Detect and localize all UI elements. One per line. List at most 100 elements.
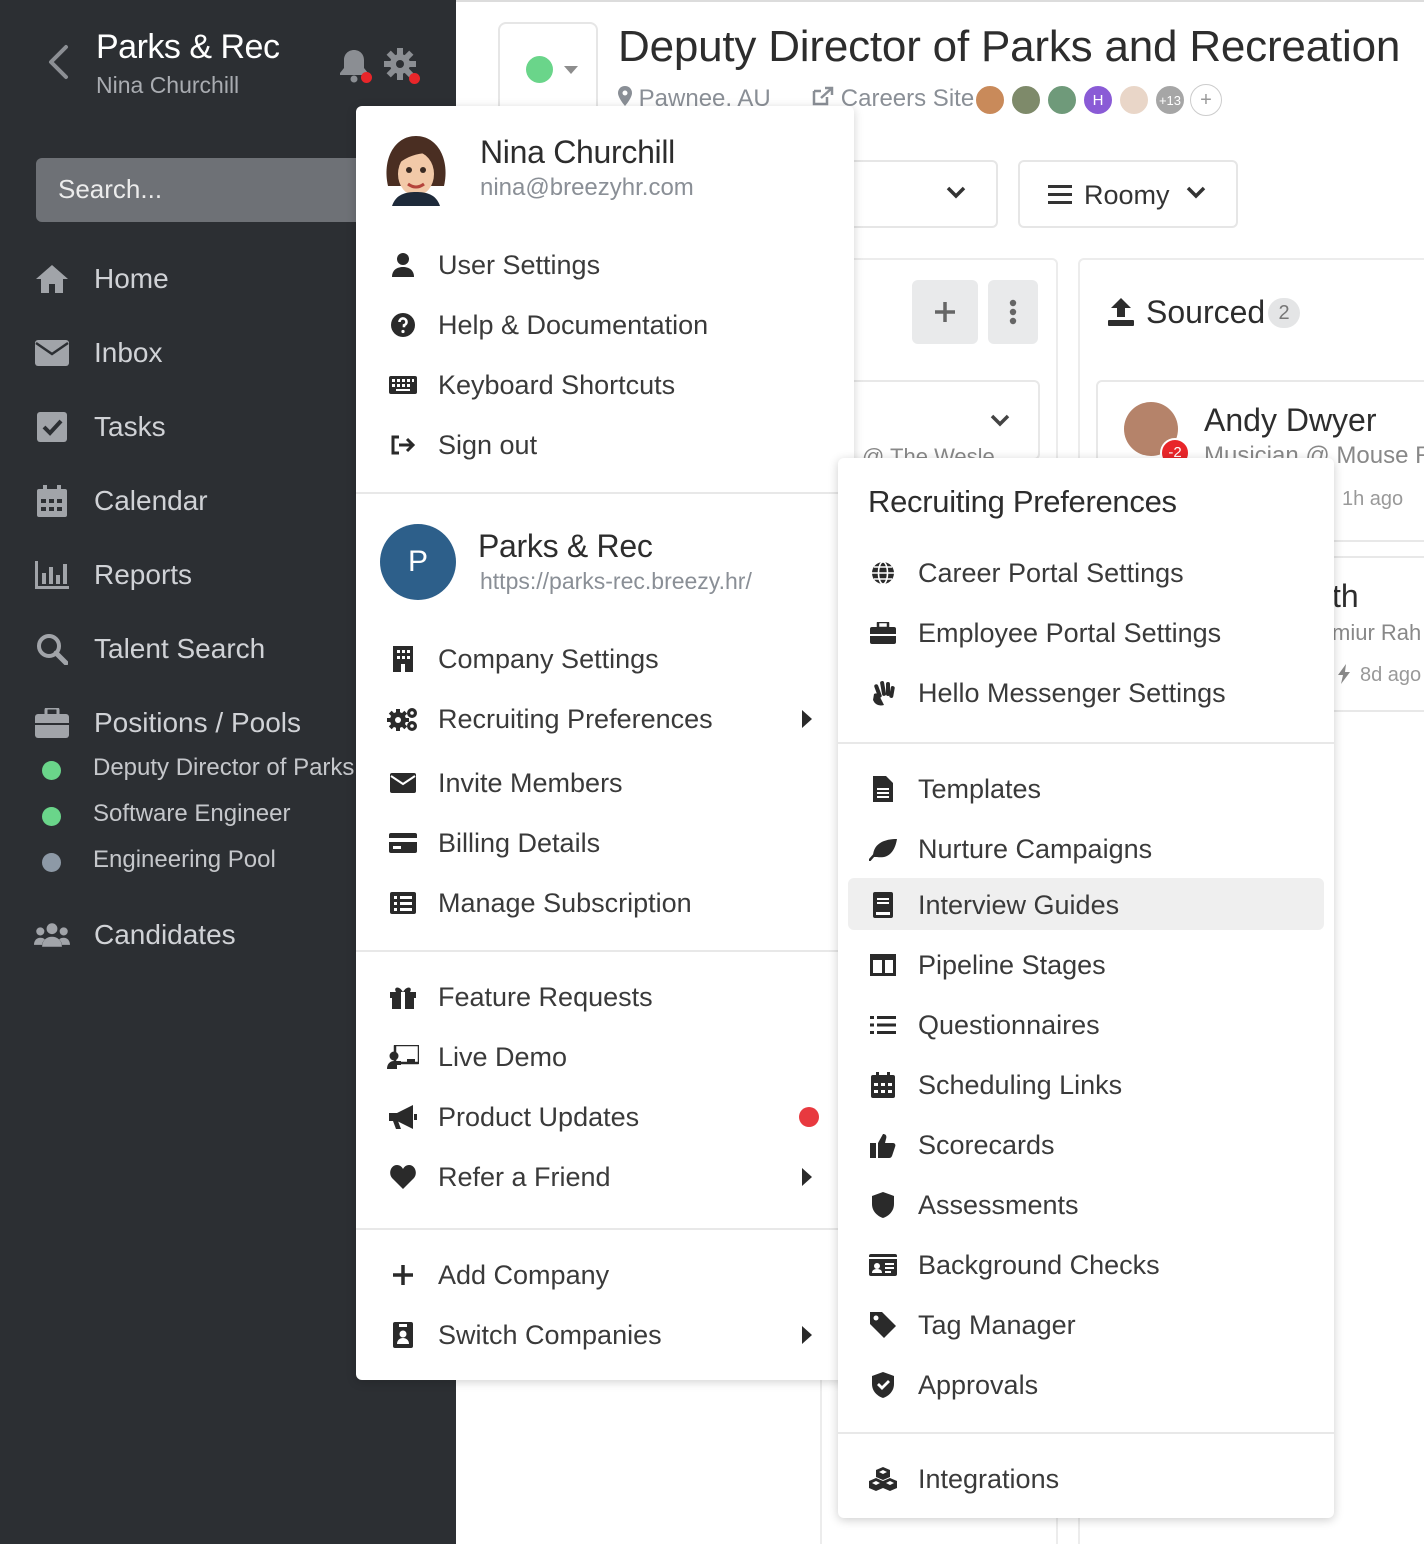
menu-nurture-campaigns[interactable]: Nurture Campaigns (838, 824, 1334, 874)
avatar[interactable] (1118, 84, 1150, 116)
menu-hello-messenger-settings[interactable]: Hello Messenger Settings (838, 668, 1334, 718)
keyboard-icon (386, 368, 420, 402)
menu-divider (356, 950, 854, 952)
view-mode-dropdown[interactable]: Roomy (1018, 160, 1238, 228)
menu-background-checks[interactable]: Background Checks (838, 1240, 1334, 1290)
menu-label: Live Demo (438, 1042, 568, 1072)
menu-label: User Settings (438, 250, 601, 280)
credit-card-icon (386, 826, 420, 860)
user-icon (386, 248, 420, 282)
menu-user-settings[interactable]: User Settings (356, 240, 854, 290)
menu-live-demo[interactable]: Live Demo (356, 1032, 854, 1082)
chalkboard-teacher-icon (386, 1040, 420, 1074)
company-avatar: P (380, 524, 456, 600)
menu-feature-requests[interactable]: Feature Requests (356, 972, 854, 1022)
settings-button[interactable] (382, 46, 420, 84)
nav-label: Candidates (94, 919, 236, 950)
user-email: nina@breezyhr.com (480, 174, 694, 201)
bolt-icon (1338, 664, 1350, 684)
bullhorn-icon (386, 1100, 420, 1134)
position-status-dropdown[interactable] (498, 22, 598, 114)
menu-product-updates[interactable]: Product Updates (356, 1092, 854, 1142)
menu-label: Templates (918, 774, 1042, 804)
add-candidate-button[interactable] (912, 280, 978, 344)
avatar[interactable] (1046, 84, 1078, 116)
caret-right-icon (802, 1326, 812, 1344)
status-dot (42, 807, 61, 826)
shield-check-icon (866, 1368, 900, 1402)
menu-approvals[interactable]: Approvals (838, 1360, 1334, 1410)
id-card-icon (866, 1248, 900, 1282)
menu-templates[interactable]: Templates (838, 764, 1334, 814)
plus-icon (935, 302, 955, 322)
menu-add-company[interactable]: Add Company (356, 1250, 854, 1300)
shield-icon (866, 1188, 900, 1222)
menu-career-portal-settings[interactable]: Career Portal Settings (838, 548, 1334, 598)
menu-pipeline-stages[interactable]: Pipeline Stages (838, 940, 1334, 990)
menu-switch-companies[interactable]: Switch Companies (356, 1310, 854, 1360)
position-label: Engineering Pool (93, 846, 276, 873)
menu-label: Billing Details (438, 828, 601, 858)
notification-dot (361, 72, 372, 83)
menu-employee-portal-settings[interactable]: Employee Portal Settings (838, 608, 1334, 658)
unread-dot (799, 1107, 819, 1127)
menu-questionnaires[interactable]: Questionnaires (838, 1000, 1334, 1050)
menu-label: Employee Portal Settings (918, 618, 1222, 648)
company-name[interactable]: Parks & Rec (96, 28, 280, 67)
nav-label: Talent Search (94, 633, 266, 664)
menu-divider (356, 492, 854, 494)
careers-site-link[interactable]: Careers Site (841, 85, 974, 113)
list-alt-icon (386, 886, 420, 920)
menu-label: Manage Subscription (438, 888, 692, 918)
menu-label: Hello Messenger Settings (918, 678, 1226, 708)
position-label: Software Engineer (93, 800, 291, 827)
menu-label: Approvals (918, 1370, 1039, 1400)
menu-label: Assessments (918, 1190, 1079, 1220)
menu-scheduling-links[interactable]: Scheduling Links (838, 1060, 1334, 1110)
column-options-button[interactable] (988, 280, 1038, 344)
chevron-down-icon (1186, 186, 1206, 199)
menu-invite-members[interactable]: Invite Members (356, 758, 854, 808)
menu-recruiting-preferences[interactable]: Recruiting Preferences (356, 694, 854, 744)
menu-assessments[interactable]: Assessments (838, 1180, 1334, 1230)
menu-label: Career Portal Settings (918, 558, 1184, 588)
company-url: https://parks-rec.breezy.hr/ (480, 568, 752, 594)
menu-company-settings[interactable]: Company Settings (356, 634, 854, 684)
menu-interview-guides[interactable]: Interview Guides (838, 880, 1334, 930)
briefcase-icon (34, 705, 70, 741)
nav-label: Home (94, 263, 169, 294)
menu-label: Invite Members (438, 768, 623, 798)
menu-label: Interview Guides (918, 890, 1120, 920)
menu-manage-subscription[interactable]: Manage Subscription (356, 878, 854, 928)
menu-help-documentation[interactable]: Help & Documentation (356, 300, 854, 350)
briefcase-icon (866, 616, 900, 650)
avatar[interactable] (974, 84, 1006, 116)
candidate-time: 1h ago (1342, 488, 1404, 510)
menu-sign-out[interactable]: Sign out (356, 420, 854, 470)
menu-tag-manager[interactable]: Tag Manager (838, 1300, 1334, 1350)
user-name: Nina Churchill (480, 134, 675, 170)
nav-label: Calendar (94, 485, 208, 516)
globe-icon (866, 556, 900, 590)
position-label: Deputy Director of Parks a (93, 754, 375, 781)
team-avatars: H +13 + (974, 84, 1226, 116)
avatar[interactable]: H (1082, 84, 1114, 116)
user-dropdown-menu: Nina Churchill nina@breezyhr.com User Se… (356, 106, 854, 1380)
menu-integrations[interactable]: Integrations (838, 1454, 1334, 1504)
menu-refer-a-friend[interactable]: Refer a Friend (356, 1152, 854, 1202)
heart-icon (386, 1160, 420, 1194)
menu-scorecards[interactable]: Scorecards (838, 1120, 1334, 1170)
nav-label: Inbox (94, 337, 163, 368)
more-members-badge[interactable]: +13 (1154, 84, 1186, 116)
menu-keyboard-shortcuts[interactable]: Keyboard Shortcuts (356, 360, 854, 410)
candidate-subtitle: miur Rah (1332, 620, 1422, 645)
cubes-icon (866, 1462, 900, 1496)
add-member-button[interactable]: + (1190, 84, 1222, 116)
back-chevron-icon[interactable] (44, 44, 72, 80)
menu-label: Tag Manager (918, 1310, 1076, 1340)
menu-billing-details[interactable]: Billing Details (356, 818, 854, 868)
sidebar-search-input[interactable]: Search... (36, 158, 376, 222)
notifications-button[interactable] (336, 46, 372, 84)
avatar[interactable] (1010, 84, 1042, 116)
menu-label: Company Settings (438, 644, 659, 674)
